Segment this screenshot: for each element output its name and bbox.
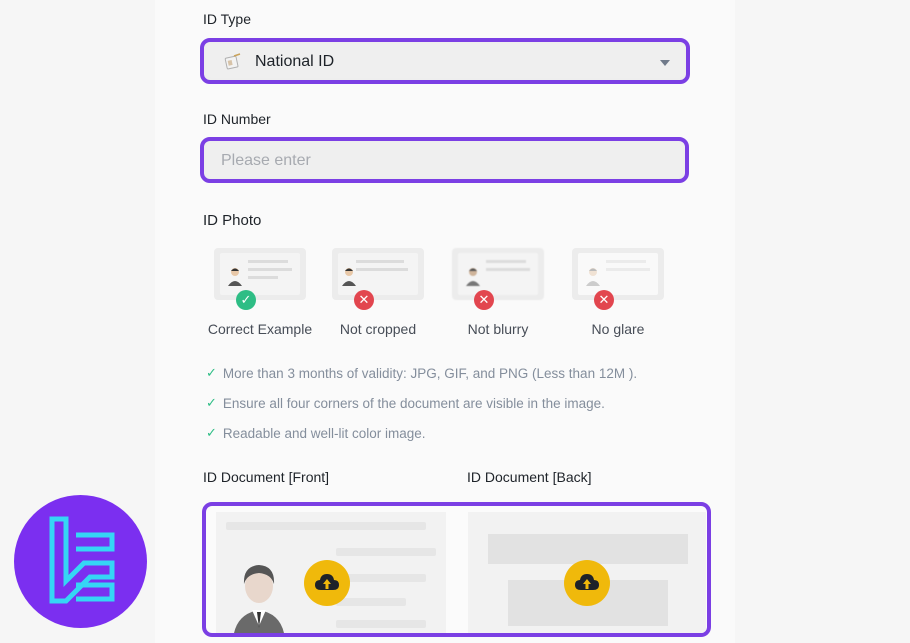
cloud-upload-icon[interactable]: [304, 560, 350, 606]
check-icon: ✓: [206, 425, 217, 440]
brand-logo-mark: [49, 516, 115, 604]
person-icon: [466, 268, 480, 286]
requirement-item: ✓ More than 3 months of validity: JPG, G…: [206, 365, 637, 381]
requirement-item: ✓ Ensure all four corners of the documen…: [206, 395, 605, 411]
id-photo-label: ID Photo: [203, 212, 262, 229]
id-number-label: ID Number: [203, 111, 271, 127]
close-icon: ✕: [594, 290, 614, 310]
brand-logo: [14, 495, 147, 628]
photo-examples: ✓ Correct Example ✕ Not cropped ✕ Not bl…: [200, 248, 680, 343]
front-upload-dropzone[interactable]: [216, 512, 446, 633]
example-caption: Not cropped: [339, 321, 417, 337]
example-card: [452, 248, 544, 300]
example-not-cropped: ✕ Not cropped: [318, 248, 438, 337]
close-icon: ✕: [354, 290, 374, 310]
example-card: [332, 248, 424, 300]
person-icon: [342, 268, 356, 286]
requirement-text: More than 3 months of validity: JPG, GIF…: [222, 365, 638, 381]
person-placeholder-icon: [234, 565, 284, 633]
example-not-blurry: ✕ Not blurry: [438, 248, 558, 337]
close-icon: ✕: [474, 290, 494, 310]
requirement-text: Readable and well-lit color image.: [222, 425, 426, 441]
person-icon: [586, 268, 600, 286]
id-number-placeholder: Please enter: [221, 152, 311, 169]
id-number-input[interactable]: Please enter: [200, 137, 689, 183]
check-icon: ✓: [206, 395, 217, 410]
chevron-down-icon: [660, 60, 670, 66]
example-no-glare: ✕ No glare: [558, 248, 678, 337]
id-type-value: National ID: [255, 53, 335, 70]
check-icon: ✓: [206, 365, 217, 380]
upload-area: [202, 502, 711, 637]
check-icon: ✓: [236, 290, 256, 310]
example-correct: ✓ Correct Example: [200, 248, 320, 337]
example-caption: Correct Example: [207, 321, 313, 337]
back-upload-dropzone[interactable]: [468, 512, 706, 633]
front-upload-label: ID Document [Front]: [203, 469, 330, 485]
example-caption: No glare: [591, 321, 645, 337]
example-card: [214, 248, 306, 300]
example-caption: Not blurry: [467, 321, 529, 337]
cloud-upload-icon[interactable]: [564, 560, 610, 606]
example-card: [572, 248, 664, 300]
requirement-item: ✓ Readable and well-lit color image.: [206, 425, 426, 441]
back-upload-label: ID Document [Back]: [467, 469, 592, 485]
id-type-select[interactable]: National ID: [200, 38, 690, 84]
id-type-label: ID Type: [203, 11, 251, 27]
person-icon: [228, 268, 242, 286]
requirement-text: Ensure all four corners of the document …: [222, 395, 605, 411]
id-card-icon: [224, 53, 241, 70]
